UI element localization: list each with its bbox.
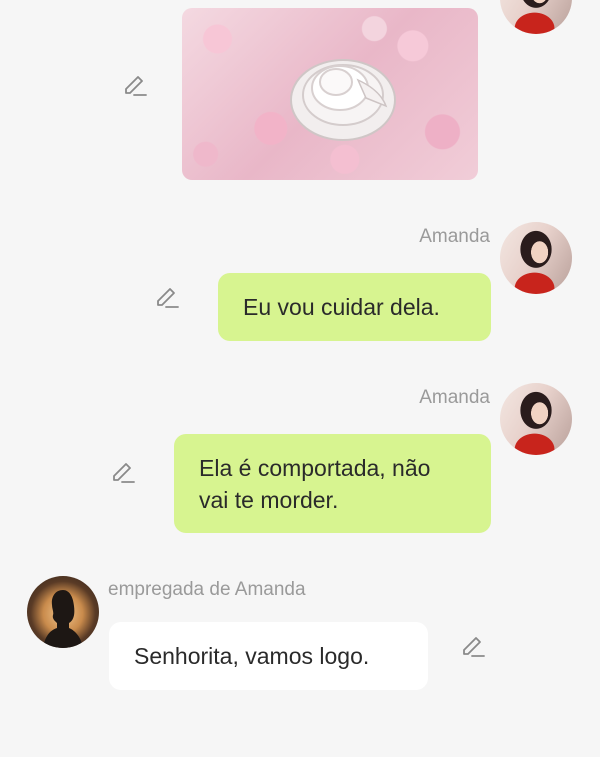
- avatar-amanda[interactable]: [500, 0, 572, 34]
- message-text-line: Ela é comportada, não: [199, 455, 431, 481]
- message-bubble[interactable]: Eu vou cuidar dela.: [218, 273, 491, 341]
- silhouette-icon: [43, 590, 83, 648]
- message-bubble[interactable]: Ela é comportada, não vai te morder.: [174, 434, 491, 533]
- sender-name: Amanda: [419, 387, 490, 408]
- chat-view[interactable]: Amanda Eu vou cuidar dela. Amanda Ela é …: [0, 0, 600, 757]
- sender-name: empregada de Amanda: [108, 579, 306, 600]
- edit-icon[interactable]: [460, 634, 486, 660]
- edit-icon[interactable]: [154, 285, 180, 311]
- sender-name: Amanda: [419, 226, 490, 247]
- message-text: Eu vou cuidar dela.: [243, 294, 440, 320]
- snake-image: [290, 59, 396, 141]
- avatar-amanda[interactable]: [500, 222, 572, 294]
- avatar-maid[interactable]: [27, 576, 99, 648]
- edit-icon[interactable]: [110, 460, 136, 486]
- edit-icon[interactable]: [122, 73, 148, 99]
- avatar-amanda[interactable]: [500, 383, 572, 455]
- message-text: Senhorita, vamos logo.: [134, 643, 370, 669]
- message-text-line: vai te morder.: [199, 487, 339, 513]
- message-bubble[interactable]: Senhorita, vamos logo.: [109, 622, 428, 690]
- image-message[interactable]: [182, 8, 478, 180]
